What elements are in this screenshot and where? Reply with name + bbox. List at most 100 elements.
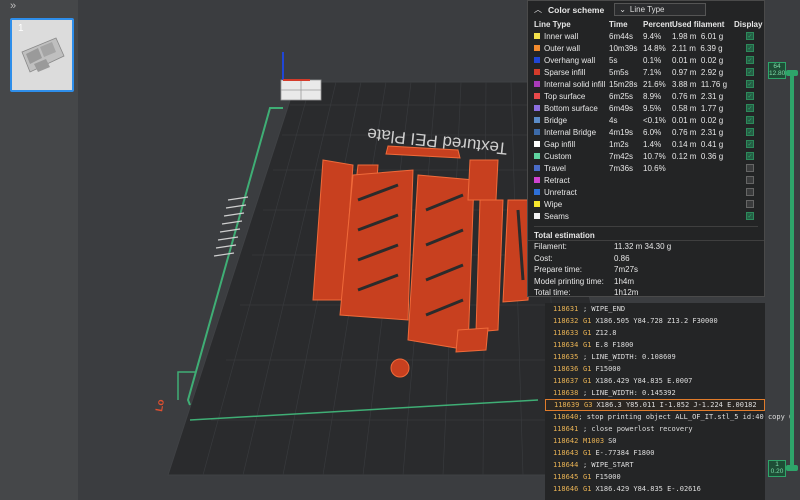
- line-type-name: Gap infill: [534, 140, 609, 149]
- front-label: Lo: [154, 399, 167, 413]
- layer-bottom-readout: 1 0.20: [768, 460, 786, 477]
- display-checkbox[interactable]: [746, 188, 754, 196]
- gcode-line: 118638 ; LINE_WIDTH: 0.145392: [545, 387, 765, 399]
- line-type-swatch: [534, 177, 540, 183]
- display-checkbox[interactable]: ✓: [746, 92, 754, 100]
- line-type-filament: 1.98 m 6.01 g: [672, 31, 724, 41]
- collapse-legend-icon[interactable]: ︿: [534, 4, 542, 15]
- display-checkbox[interactable]: ✓: [746, 56, 754, 64]
- display-checkbox[interactable]: ✓: [746, 80, 754, 88]
- gcode-args: E-.77384 F1800: [595, 449, 655, 457]
- line-type-filament: [672, 200, 734, 209]
- legend-row: Retract: [534, 174, 764, 186]
- line-type-percent: 10.7%: [643, 151, 666, 161]
- display-checkbox[interactable]: [746, 200, 754, 208]
- line-type-filament: [672, 188, 734, 197]
- gcode-command: G1: [583, 449, 592, 457]
- line-type-percent: 7.1%: [643, 67, 662, 77]
- top-layer-height: 12.80: [769, 70, 786, 77]
- display-checkbox[interactable]: ✓: [746, 44, 754, 52]
- line-type-name: Bridge: [534, 116, 609, 125]
- gcode-line-number: 118631: [553, 305, 579, 313]
- display-checkbox[interactable]: ✓: [746, 140, 754, 148]
- gcode-line-number: 118637: [553, 377, 579, 385]
- legend-row: Top surface 6m25s 8.9% 0.76 m 2.31 g ✓: [534, 90, 764, 102]
- gcode-line: 118645 G1 F15000: [545, 471, 765, 483]
- chevron-down-icon: ⌄: [619, 5, 626, 14]
- display-checkbox[interactable]: ✓: [746, 68, 754, 76]
- display-checkbox[interactable]: ✓: [746, 212, 754, 220]
- line-type-name: Unretract: [534, 188, 609, 197]
- line-type-time: 10m39s: [609, 43, 638, 53]
- line-type-swatch: [534, 81, 540, 87]
- display-checkbox[interactable]: ✓: [746, 32, 754, 40]
- line-type-filament: 0.01 m 0.02 g: [672, 55, 724, 65]
- line-type-time: 6m49s: [609, 103, 634, 113]
- line-type-swatch: [534, 45, 540, 51]
- display-checkbox[interactable]: [746, 176, 754, 184]
- legend-title: Color scheme: [548, 4, 605, 15]
- legend-row: Internal Bridge 4m19s 6.0% 0.76 m 2.31 g ✓: [534, 126, 764, 138]
- gcode-line-number: 118646: [553, 485, 579, 493]
- line-type-filament: 0.58 m 1.77 g: [672, 103, 724, 113]
- line-type-name: Inner wall: [534, 32, 609, 41]
- legend-header-row: Line Type Time Percent Used filament Dis…: [528, 18, 764, 30]
- line-type-filament: 2.11 m 6.39 g: [672, 43, 723, 53]
- display-checkbox[interactable]: ✓: [746, 128, 754, 136]
- legend-row: Wipe: [534, 198, 764, 210]
- line-type-time: 7m42s: [609, 151, 634, 161]
- legend-row: Internal solid infill 15m28s 21.6% 3.88 m 1…: [534, 78, 764, 90]
- gcode-line-number: 118638: [553, 389, 579, 397]
- gcode-args: S0: [608, 437, 617, 445]
- display-checkbox[interactable]: ✓: [746, 152, 754, 160]
- total-key: Cost:: [534, 253, 553, 263]
- gcode-line-number: 118633: [553, 329, 579, 337]
- layer-slider-bottom-handle[interactable]: [786, 465, 798, 471]
- gcode-command: G1: [583, 377, 592, 385]
- bottom-layer-number: 1: [775, 461, 779, 468]
- gcode-args: Z12.8: [595, 329, 617, 337]
- gcode-args: ; LINE_WIDTH: 0.108609: [583, 353, 676, 361]
- col-time: Time: [609, 20, 628, 29]
- color-scheme-dropdown[interactable]: ⌄ Line Type: [614, 3, 707, 16]
- layer-slider-top-handle[interactable]: [786, 70, 798, 76]
- line-type-filament: [672, 176, 734, 185]
- legend-row: Travel 7m36s 10.6%: [534, 162, 764, 174]
- legend-row: Inner wall 6m44s 9.4% 1.98 m 6.01 g ✓: [534, 30, 764, 42]
- gcode-line: 118634 G1 E.8 F1800: [545, 339, 765, 351]
- gcode-args: X186.429 Y84.835 E.0007: [595, 377, 693, 385]
- line-type-name: Overhang wall: [534, 56, 609, 65]
- collapse-panel-icon[interactable]: »: [10, 0, 16, 12]
- line-type-percent: 21.6%: [643, 79, 666, 89]
- line-type-time: 6m44s: [609, 31, 634, 41]
- line-type-filament: 0.76 m 2.31 g: [672, 91, 724, 101]
- line-type-name: Outer wall: [534, 44, 609, 53]
- line-type-filament: [672, 164, 734, 173]
- gcode-command: G3: [584, 401, 593, 409]
- line-type-name: Internal Bridge: [534, 128, 609, 137]
- total-value: 1h12m: [614, 288, 639, 297]
- gcode-line-number: 118643: [553, 449, 579, 457]
- line-type-swatch: [534, 213, 540, 219]
- gcode-line: 118636 G1 F15000: [545, 363, 765, 375]
- gcode-line-number: 118632: [553, 317, 579, 325]
- bottom-layer-height: 0.20: [770, 468, 784, 475]
- line-type-percent: 14.8%: [643, 43, 666, 53]
- gcode-line-number: 118640: [553, 413, 579, 421]
- gcode-args: F15000: [595, 473, 621, 481]
- gcode-line-number: 118635: [553, 353, 579, 361]
- line-type-filament: 0.01 m 0.02 g: [672, 115, 724, 125]
- gcode-command: G1: [583, 341, 592, 349]
- gcode-command: G1: [583, 329, 592, 337]
- layer-slider-track[interactable]: [790, 74, 794, 468]
- line-type-time: 7m36s: [609, 163, 634, 173]
- display-checkbox[interactable]: [746, 164, 754, 172]
- line-type-percent: 6.0%: [643, 127, 662, 137]
- plate-list-panel: » 1: [0, 0, 78, 500]
- plate-thumbnail[interactable]: 1: [10, 18, 74, 92]
- total-row: Total time: 1h12m: [534, 288, 764, 300]
- line-type-name: Wipe: [534, 200, 609, 209]
- display-checkbox[interactable]: ✓: [746, 116, 754, 124]
- display-checkbox[interactable]: ✓: [746, 104, 754, 112]
- gcode-line: 118640; stop printing object ALL_OF_IT.s…: [545, 411, 793, 423]
